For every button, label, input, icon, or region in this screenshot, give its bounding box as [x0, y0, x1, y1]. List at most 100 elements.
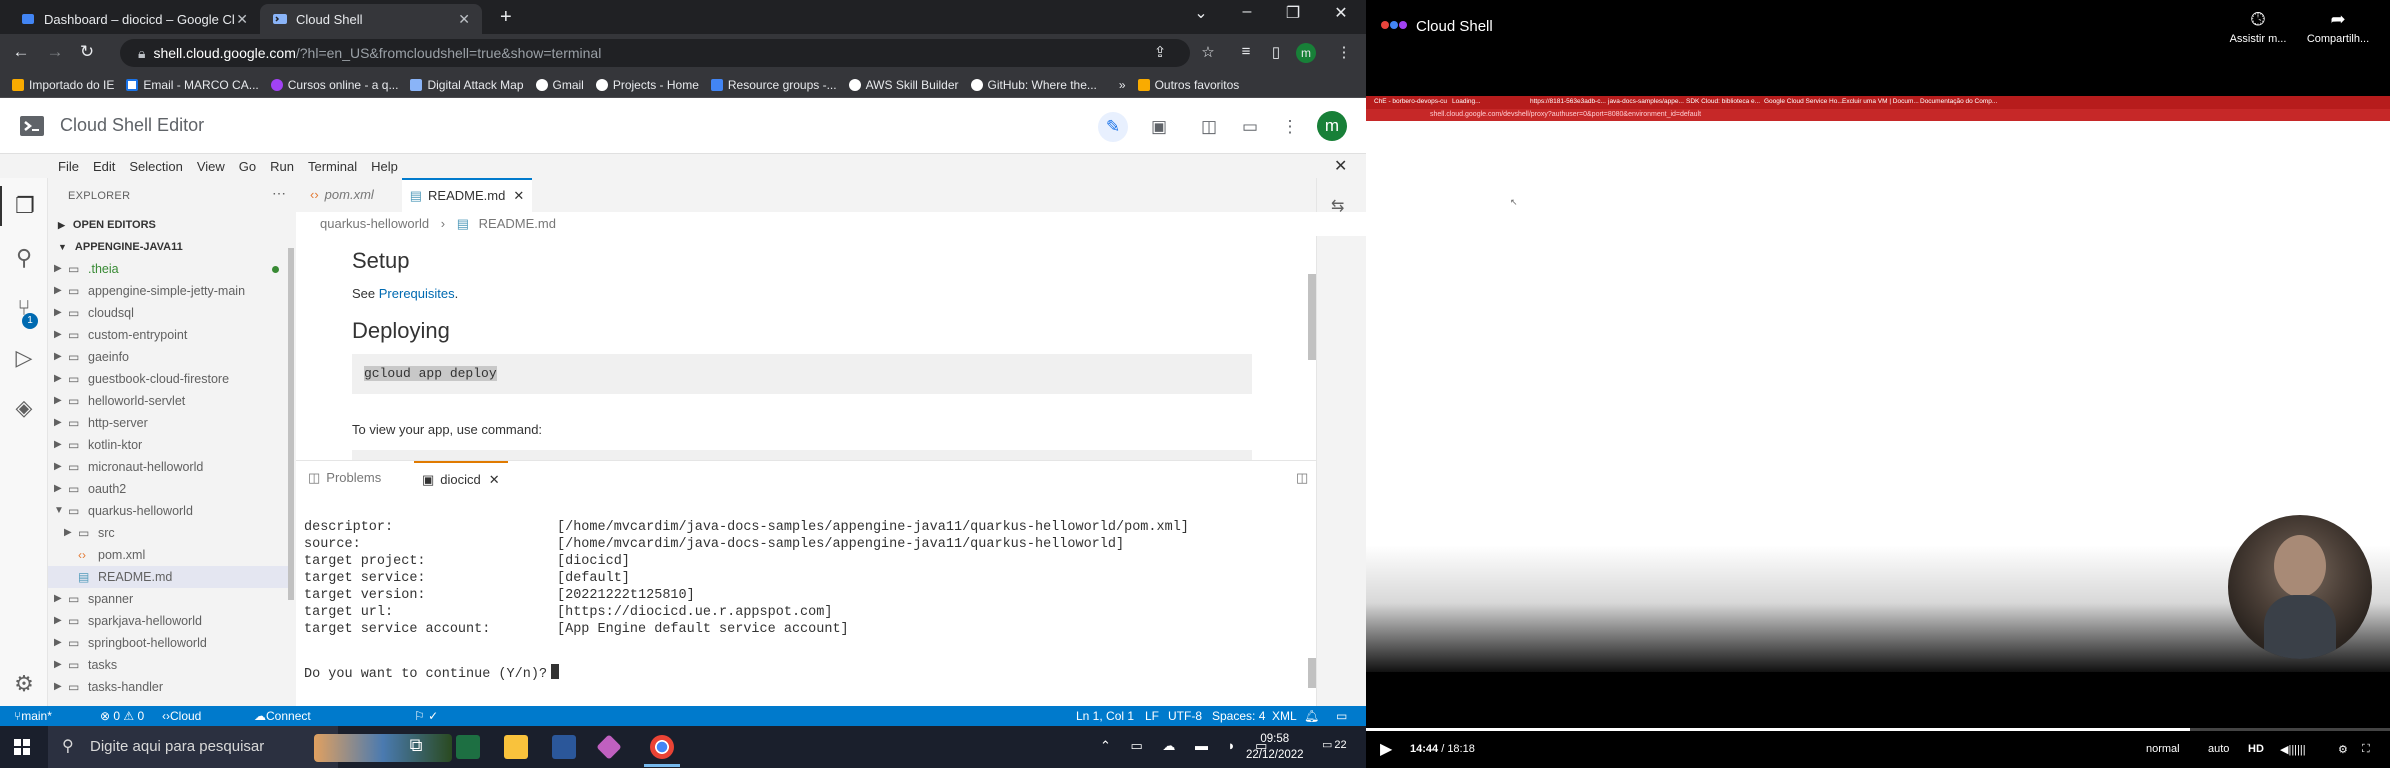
editor-tab-pom[interactable]: ‹› pom.xml: [296, 178, 402, 212]
menu-selection[interactable]: Selection: [129, 159, 182, 174]
chrome-icon[interactable]: [650, 735, 674, 759]
menu-go[interactable]: Go: [239, 159, 256, 174]
terminal-output[interactable]: descriptor: [/home/mvcardim/java-docs-sam…: [296, 496, 1316, 706]
bookmark-item[interactable]: AWS Skill Builder: [848, 78, 959, 92]
editor-scrollbar[interactable]: [1308, 274, 1316, 360]
quality-setting[interactable]: auto: [2208, 743, 2229, 755]
eol-status[interactable]: LF: [1145, 706, 1159, 726]
terminal-prompt[interactable]: Do you want to continue (Y/n)?: [304, 664, 560, 682]
breadcrumb-folder[interactable]: quarkus-helloworld: [320, 216, 429, 231]
close-tab-icon[interactable]: ✕: [236, 11, 248, 28]
windows-start-icon[interactable]: [14, 739, 30, 755]
chevron-right-icon[interactable]: ▶: [54, 368, 62, 390]
more-actions-icon[interactable]: ⋯: [272, 185, 286, 202]
run-debug-icon[interactable]: ▷: [0, 338, 48, 378]
side-panel-icon[interactable]: ▯: [1266, 43, 1286, 61]
more-vert-icon[interactable]: ⋮: [1275, 112, 1305, 142]
tree-item[interactable]: ▶ ▭ http-server: [48, 412, 290, 434]
tree-item[interactable]: ▤ README.md: [48, 566, 290, 588]
tree-item[interactable]: ▶ ▭ micronaut-helloworld: [48, 456, 290, 478]
tree-item[interactable]: ▶ ▭ cloudsql: [48, 302, 290, 324]
bookmark-item[interactable]: Importado do IE: [12, 78, 114, 92]
back-icon[interactable]: ←: [10, 42, 32, 62]
restore-button[interactable]: ❐: [1270, 3, 1316, 23]
bookmark-item[interactable]: Email - MARCO CA...: [126, 78, 259, 92]
cloud-code-icon[interactable]: ◈: [0, 388, 48, 428]
prerequisites-link[interactable]: Prerequisites: [379, 286, 455, 301]
minimize-button[interactable]: –: [1224, 3, 1270, 21]
close-tab-icon[interactable]: ✕: [458, 11, 470, 28]
chevron-right-icon[interactable]: ▶: [54, 478, 62, 500]
open-editors-section[interactable]: ▶ OPEN EDITORS: [48, 214, 296, 236]
notification-center[interactable]: ▭ 22: [1322, 738, 1347, 751]
chevron-right-icon[interactable]: ▶: [54, 654, 62, 676]
panel-tab-problems[interactable]: ◫ Problems: [308, 461, 381, 495]
browser-tab-dashboard[interactable]: Dashboard – diocicd – Google Cl ✕: [8, 4, 260, 34]
user-avatar[interactable]: m: [1317, 111, 1347, 141]
tree-item[interactable]: ▶ ▭ .theia: [48, 258, 290, 280]
more-menu-icon[interactable]: ⋮: [1334, 43, 1354, 61]
close-tab-icon[interactable]: ✕: [489, 472, 500, 487]
chevron-right-icon[interactable]: ▶: [54, 280, 62, 302]
web-preview-icon[interactable]: ◫: [1194, 112, 1224, 142]
tree-item[interactable]: ▶ ▭ oauth2: [48, 478, 290, 500]
chevron-right-icon[interactable]: ▶: [54, 434, 62, 456]
layout-icon[interactable]: ▭: [1235, 112, 1265, 142]
taskbar-clock[interactable]: 09:58 22/12/2022: [1246, 731, 1304, 763]
tree-item[interactable]: ▶ ▭ sparkjava-helloworld: [48, 610, 290, 632]
chevron-right-icon[interactable]: ▶: [54, 324, 62, 346]
breadcrumb-file[interactable]: README.md: [479, 216, 556, 231]
chevron-right-icon[interactable]: ▶: [64, 522, 72, 544]
panel-tab-terminal[interactable]: ▣ diocicd ✕: [414, 461, 508, 495]
share-icon[interactable]: ⇪: [1150, 43, 1170, 61]
explorer-files-icon[interactable]: ❐: [0, 186, 48, 226]
tree-item[interactable]: ▶ ▭ gaeinfo: [48, 346, 290, 368]
menu-view[interactable]: View: [197, 159, 225, 174]
browser-tab-cloud-shell[interactable]: Cloud Shell ✕: [260, 4, 482, 34]
settings-gear-icon[interactable]: ⚙: [0, 664, 48, 704]
menu-edit[interactable]: Edit: [93, 159, 115, 174]
tree-item[interactable]: ▶ ▭ tasks-handler: [48, 676, 290, 698]
menu-file[interactable]: File: [58, 159, 79, 174]
tree-item[interactable]: ▶ ▭ src: [48, 522, 290, 544]
tree-item[interactable]: ▶ ▭ spanner: [48, 588, 290, 610]
layout-icon[interactable]: ▭: [1336, 706, 1347, 726]
chevron-right-icon[interactable]: ▶: [54, 588, 62, 610]
bookmark-star-icon[interactable]: ☆: [1198, 43, 1218, 61]
close-tab-icon[interactable]: ✕: [513, 179, 524, 213]
tab-search-icon[interactable]: ⌄: [1178, 3, 1224, 23]
fullscreen-icon[interactable]: ⛶: [2362, 743, 2370, 756]
problems-count[interactable]: ⊗ 0 ⚠ 0: [100, 706, 144, 726]
other-bookmarks[interactable]: Outros favoritos: [1137, 78, 1239, 92]
word-icon[interactable]: [552, 735, 576, 759]
menu-help[interactable]: Help: [371, 159, 398, 174]
tree-item[interactable]: ▶ ▭ springboot-helloworld: [48, 632, 290, 654]
channel-logo-icon[interactable]: [1380, 18, 1408, 32]
connect-cloud-status[interactable]: ☁ Connect to Google Cloud: [254, 706, 311, 726]
git-branch[interactable]: ⑂ main*: [14, 706, 52, 726]
chevron-right-icon[interactable]: ▶: [54, 346, 62, 368]
explorer-scrollbar[interactable]: [288, 248, 294, 600]
bookmark-item[interactable]: GitHub: Where the...: [970, 78, 1097, 92]
cursor-position[interactable]: Ln 1, Col 1: [1076, 706, 1134, 726]
bookmarks-overflow-button[interactable]: »: [1119, 78, 1126, 92]
file-explorer-icon[interactable]: [504, 735, 528, 759]
close-window-button[interactable]: ✕: [1318, 3, 1364, 23]
chevron-down-icon[interactable]: ▼: [54, 500, 64, 522]
cloud-code-status[interactable]: ‹› Cloud Code: [162, 706, 201, 726]
settings-icon[interactable]: ⚙: [2338, 743, 2348, 756]
indent-status[interactable]: Spaces: 4: [1212, 706, 1265, 726]
tree-item[interactable]: ▶ ▭ guestbook-cloud-firestore: [48, 368, 290, 390]
chevron-right-icon[interactable]: ▶: [54, 610, 62, 632]
excel-icon[interactable]: [456, 735, 480, 759]
watch-later-button[interactable]: 🕓︎ Assistir m...: [2218, 9, 2298, 45]
bookmark-item[interactable]: Resource groups -...: [710, 78, 837, 92]
tree-item[interactable]: ▶ ▭ custom-entrypoint: [48, 324, 290, 346]
tree-item[interactable]: ▶ ▭ helloworld-servlet: [48, 390, 290, 412]
workspace-root-section[interactable]: ▼ APPENGINE-JAVA11: [48, 236, 296, 258]
bookmark-item[interactable]: Cursos online - a q...: [270, 78, 398, 92]
tree-item[interactable]: ▶ ▭ kotlin-ktor: [48, 434, 290, 456]
tree-item[interactable]: ▶ ▭ appengine-simple-jetty-main: [48, 280, 290, 302]
chevron-right-icon[interactable]: ▶: [54, 676, 62, 698]
terminal-icon[interactable]: ▣: [1144, 112, 1174, 142]
